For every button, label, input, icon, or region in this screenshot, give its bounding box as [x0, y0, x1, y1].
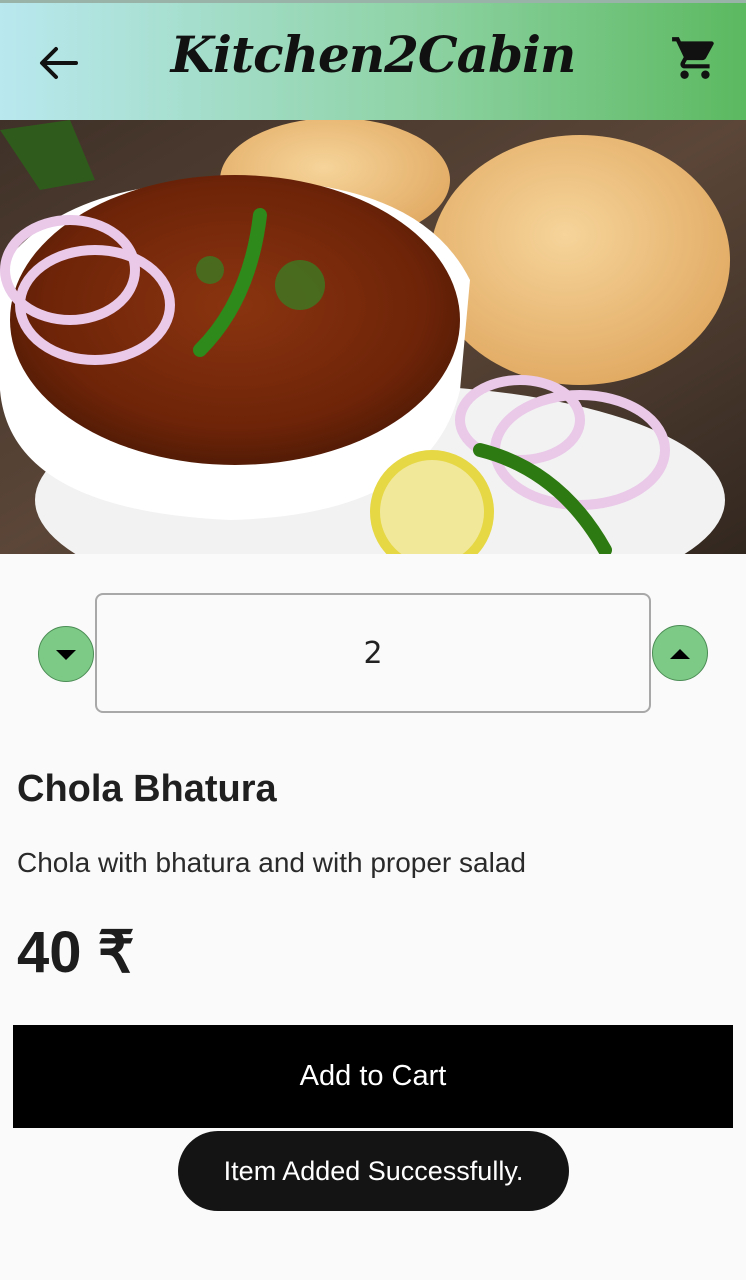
quantity-field[interactable]: 2	[95, 593, 651, 713]
toast-message: Item Added Successfully.	[178, 1131, 569, 1211]
increment-button[interactable]	[652, 625, 708, 681]
add-to-cart-label: Add to Cart	[299, 1060, 447, 1092]
product-price: 40 ₹	[17, 920, 135, 985]
product-image	[0, 120, 746, 554]
app-title: Kitchen2Cabin	[170, 25, 577, 84]
quantity-value: 2	[363, 635, 383, 671]
toast-text: Item Added Successfully.	[223, 1155, 524, 1186]
shopping-cart-icon[interactable]	[670, 33, 720, 83]
decrement-button[interactable]	[38, 626, 94, 682]
caret-down-icon	[56, 650, 76, 660]
app-bar: Kitchen2Cabin	[0, 0, 746, 120]
product-name: Chola Bhatura	[17, 768, 277, 810]
caret-up-icon	[670, 649, 690, 659]
product-description: Chola with bhatura and with proper salad	[17, 847, 526, 878]
add-to-cart-button[interactable]: Add to Cart	[13, 1025, 733, 1128]
